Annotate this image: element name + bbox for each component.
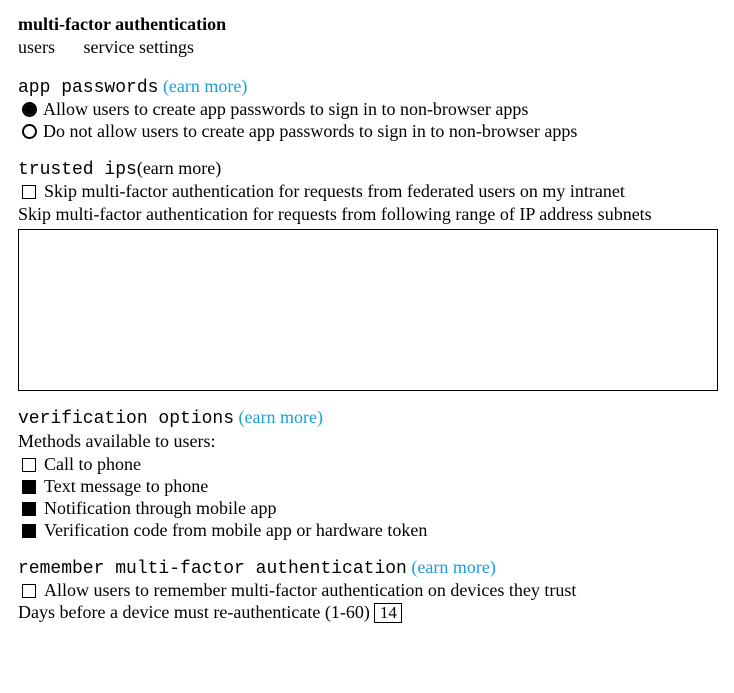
verification-heading: verification options	[18, 409, 234, 429]
trusted-ips-header: trusted ips(earn more)	[18, 158, 716, 180]
radio-icon	[22, 124, 37, 139]
checkbox-row-text-phone[interactable]: Text message to phone	[18, 476, 716, 497]
ip-subnets-input[interactable]	[18, 229, 718, 391]
verification-subheading: Methods available to users:	[18, 431, 716, 452]
checkbox-icon	[22, 584, 36, 598]
tabs: users service settings	[18, 37, 716, 58]
checkbox-row-remember-mfa[interactable]: Allow users to remember multi-factor aut…	[18, 580, 716, 601]
trusted-ips-learn-link[interactable]: (earn more)	[137, 158, 221, 178]
checkbox-label: Verification code from mobile app or har…	[44, 520, 427, 541]
days-input[interactable]	[374, 603, 402, 623]
radio-label: Allow users to create app passwords to s…	[43, 99, 528, 120]
radio-icon	[22, 102, 37, 117]
page-title: multi-factor authentication	[18, 14, 716, 35]
checkbox-label: Skip multi-factor authentication for req…	[44, 181, 625, 202]
app-passwords-heading: app passwords	[18, 78, 158, 98]
remember-header: remember multi-factor authentication (ea…	[18, 557, 716, 579]
app-passwords-learn-link[interactable]: (earn more)	[163, 76, 247, 96]
checkbox-row-verification-code[interactable]: Verification code from mobile app or har…	[18, 520, 716, 541]
remember-heading: remember multi-factor authentication	[18, 559, 407, 579]
trusted-ips-heading: trusted ips	[18, 160, 137, 180]
checkbox-label: Allow users to remember multi-factor aut…	[44, 580, 576, 601]
checkbox-icon	[22, 502, 36, 516]
skip-ip-range-label: Skip multi-factor authentication for req…	[18, 204, 716, 225]
tab-service-settings[interactable]: service settings	[84, 37, 194, 58]
checkbox-row-skip-federated[interactable]: Skip multi-factor authentication for req…	[18, 181, 716, 202]
days-label: Days before a device must re-authenticat…	[18, 602, 374, 622]
days-row: Days before a device must re-authenticat…	[18, 602, 716, 623]
tab-users[interactable]: users	[18, 37, 55, 58]
verification-learn-link[interactable]: (earn more)	[239, 407, 323, 427]
checkbox-icon	[22, 480, 36, 494]
checkbox-icon	[22, 524, 36, 538]
checkbox-icon	[22, 185, 36, 199]
checkbox-label: Notification through mobile app	[44, 498, 276, 519]
section-app-passwords: app passwords (earn more) Allow users to…	[18, 76, 716, 142]
remember-learn-link[interactable]: (earn more)	[411, 557, 495, 577]
radio-row-deny-app-passwords[interactable]: Do not allow users to create app passwor…	[18, 121, 716, 142]
section-trusted-ips: trusted ips(earn more) Skip multi-factor…	[18, 158, 716, 391]
checkbox-row-notification-app[interactable]: Notification through mobile app	[18, 498, 716, 519]
section-verification-options: verification options (earn more) Methods…	[18, 407, 716, 541]
radio-row-allow-app-passwords[interactable]: Allow users to create app passwords to s…	[18, 99, 716, 120]
app-passwords-header: app passwords (earn more)	[18, 76, 716, 98]
checkbox-label: Call to phone	[44, 454, 141, 475]
checkbox-icon	[22, 458, 36, 472]
checkbox-row-call-phone[interactable]: Call to phone	[18, 454, 716, 475]
radio-label: Do not allow users to create app passwor…	[43, 121, 577, 142]
section-remember-mfa: remember multi-factor authentication (ea…	[18, 557, 716, 623]
verification-header: verification options (earn more)	[18, 407, 716, 429]
checkbox-label: Text message to phone	[44, 476, 208, 497]
